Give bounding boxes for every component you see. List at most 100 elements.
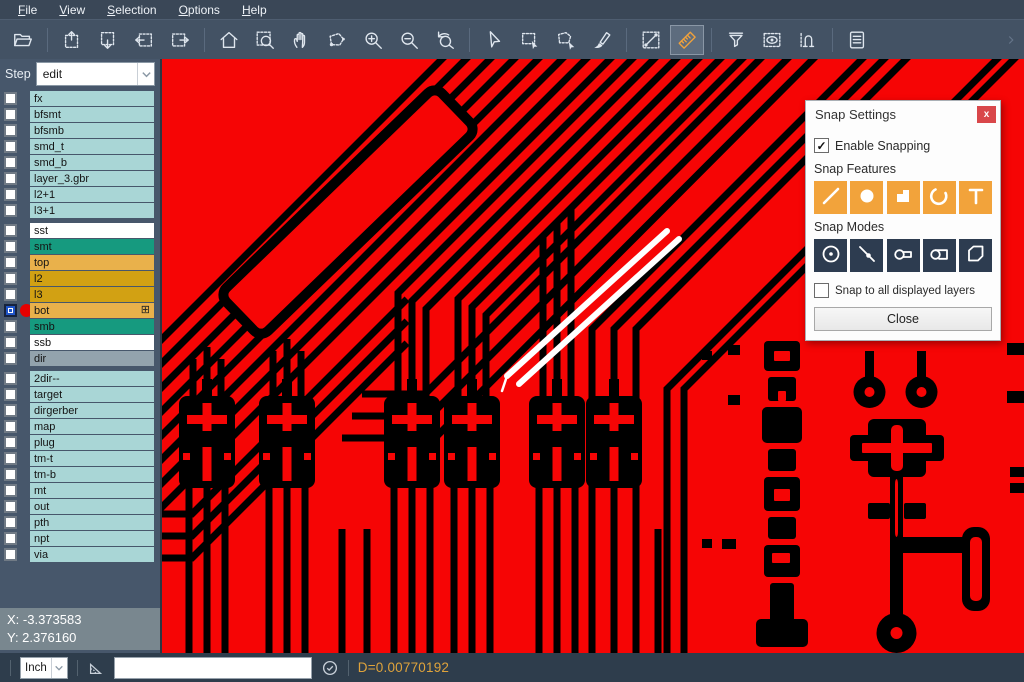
snap-mode-slot-horizontal-button[interactable]	[887, 239, 920, 272]
layer-cell[interactable]: pth	[30, 515, 154, 530]
layer-visibility-checkbox[interactable]	[4, 484, 17, 497]
layer-cell[interactable]: top	[30, 255, 154, 270]
menu-options[interactable]: Options	[169, 2, 230, 18]
snap-feature-arc-button[interactable]	[923, 181, 956, 214]
layer-cell[interactable]: bot⊞	[30, 303, 154, 318]
layer-cell[interactable]: smd_t	[30, 139, 154, 154]
menu-selection[interactable]: Selection	[97, 2, 166, 18]
layer-visibility-checkbox[interactable]	[4, 420, 17, 433]
zoom-area-button[interactable]	[248, 25, 282, 55]
select-rectangle-button[interactable]	[513, 25, 547, 55]
filter-button[interactable]	[719, 25, 753, 55]
layer-visibility-checkbox[interactable]	[4, 548, 17, 561]
layer-cell[interactable]: 2dir--	[30, 371, 154, 386]
visibility-button[interactable]	[755, 25, 789, 55]
home-view-button[interactable]	[212, 25, 246, 55]
layer-cell[interactable]: tm-t	[30, 451, 154, 466]
snap-feature-line-button[interactable]	[814, 181, 847, 214]
layer-visibility-checkbox[interactable]	[4, 404, 17, 417]
layer-cell[interactable]: via	[30, 547, 154, 562]
menu-help[interactable]: Help	[232, 2, 277, 18]
layer-visibility-checkbox[interactable]	[4, 532, 17, 545]
layer-cell[interactable]: l3+1	[30, 203, 154, 218]
report-button[interactable]	[840, 25, 874, 55]
zoom-in-button[interactable]	[356, 25, 390, 55]
layer-visibility-checkbox[interactable]	[4, 204, 17, 217]
layer-cell[interactable]: sst	[30, 223, 154, 238]
layer-visibility-checkbox[interactable]	[4, 240, 17, 253]
snap-feature-surface-button[interactable]	[887, 181, 920, 214]
measure-ruler-button[interactable]	[670, 25, 704, 55]
layer-visibility-checkbox[interactable]	[4, 188, 17, 201]
layer-visibility-checkbox[interactable]	[4, 436, 17, 449]
toolbar-overflow-chevron-icon[interactable]	[1004, 33, 1018, 47]
layer-cell[interactable]: tm-b	[30, 467, 154, 482]
layer-cell[interactable]: ssb	[30, 335, 154, 350]
zoom-selection-button[interactable]	[320, 25, 354, 55]
enable-snapping-checkbox[interactable]: ✓	[814, 138, 829, 153]
layer-cell[interactable]: layer_3.gbr	[30, 171, 154, 186]
snap-mode-center-button[interactable]	[814, 239, 847, 272]
layer-cell[interactable]: dir	[30, 351, 154, 366]
layer-visibility-checkbox[interactable]	[4, 336, 17, 349]
dialog-close-button[interactable]: x	[977, 106, 996, 123]
layer-cell[interactable]: target	[30, 387, 154, 402]
layer-cell[interactable]: out	[30, 499, 154, 514]
pan-right-button[interactable]	[163, 25, 197, 55]
layer-visibility-checkbox[interactable]	[4, 388, 17, 401]
layer-visibility-checkbox[interactable]	[4, 256, 17, 269]
layer-visibility-checkbox[interactable]	[4, 92, 17, 105]
layer-cell[interactable]: bfsmb	[30, 123, 154, 138]
menu-view[interactable]: View	[49, 2, 95, 18]
layer-cell[interactable]: dirgerber	[30, 403, 154, 418]
layer-cell[interactable]: l2	[30, 271, 154, 286]
layer-cell[interactable]: l3	[30, 287, 154, 302]
layer-visibility-checkbox[interactable]	[4, 452, 17, 465]
pan-down-button[interactable]	[91, 25, 125, 55]
layer-visibility-checkbox[interactable]	[4, 468, 17, 481]
snap-mode-point-on-line-button[interactable]	[850, 239, 883, 272]
snap-feature-pad-button[interactable]	[850, 181, 883, 214]
layer-visibility-checkbox[interactable]	[4, 156, 17, 169]
layer-visibility-checkbox[interactable]	[4, 108, 17, 121]
zoom-out-button[interactable]	[392, 25, 426, 55]
dialog-titlebar[interactable]: Snap Settings x	[806, 101, 1000, 126]
layer-visibility-checkbox[interactable]	[4, 516, 17, 529]
layer-cell[interactable]: map	[30, 419, 154, 434]
menu-file[interactable]: File	[8, 2, 47, 18]
confirm-icon[interactable]	[321, 659, 339, 677]
close-button[interactable]: Close	[814, 307, 992, 331]
select-polygon-button[interactable]	[549, 25, 583, 55]
clean-button[interactable]	[585, 25, 619, 55]
snap-feature-text-button[interactable]	[959, 181, 992, 214]
layer-cell[interactable]: fx	[30, 91, 154, 106]
layer-cell[interactable]: smb	[30, 319, 154, 334]
layer-visibility-checkbox[interactable]	[4, 272, 17, 285]
select-button[interactable]	[477, 25, 511, 55]
layer-cell[interactable]: smt	[30, 239, 154, 254]
pan-left-button[interactable]	[127, 25, 161, 55]
layer-visibility-checkbox[interactable]	[4, 352, 17, 365]
layer-visibility-checkbox[interactable]	[4, 172, 17, 185]
layer-cell[interactable]: plug	[30, 435, 154, 450]
layer-cell[interactable]: npt	[30, 531, 154, 546]
all-layers-checkbox[interactable]	[814, 283, 829, 298]
measure-input[interactable]	[114, 657, 312, 679]
layer-visibility-checkbox[interactable]	[4, 224, 17, 237]
measure-points-button[interactable]	[634, 25, 668, 55]
snap-mode-profile-button[interactable]	[959, 239, 992, 272]
step-select[interactable]: edit	[36, 62, 155, 86]
layer-cell[interactable]: mt	[30, 483, 154, 498]
zoom-previous-button[interactable]	[428, 25, 462, 55]
snap-mode-slot-vertical-button[interactable]	[923, 239, 956, 272]
layer-cell[interactable]: bfsmt	[30, 107, 154, 122]
layer-visibility-checkbox[interactable]	[4, 288, 17, 301]
layer-visibility-checkbox[interactable]	[4, 304, 17, 317]
layer-grid-icon[interactable]: ⊞	[141, 305, 150, 316]
layer-visibility-checkbox[interactable]	[4, 320, 17, 333]
layer-visibility-checkbox[interactable]	[4, 124, 17, 137]
layer-visibility-checkbox[interactable]	[4, 372, 17, 385]
pan-hand-button[interactable]	[284, 25, 318, 55]
layer-visibility-checkbox[interactable]	[4, 500, 17, 513]
open-button[interactable]	[6, 25, 40, 55]
